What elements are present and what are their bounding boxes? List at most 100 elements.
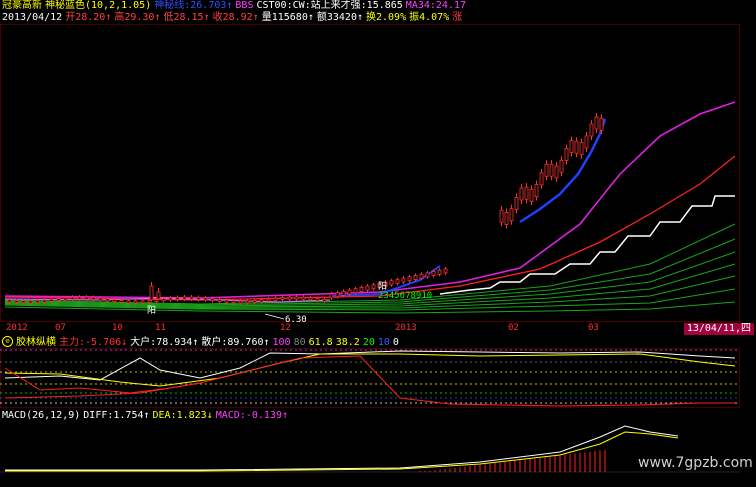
candle-body-41	[294, 296, 299, 300]
candle-body-74	[529, 188, 534, 202]
candle-body-76	[539, 172, 544, 186]
candle-body-82	[569, 140, 574, 154]
candle-body-12	[91, 297, 96, 300]
ohlc-info-row: 2013/04/12 开28.20↑ 高29.30↑ 低28.15↑ 收28.92↑ 量1…	[2, 12, 465, 24]
candle-body-62	[413, 275, 418, 280]
macd-chart[interactable]	[0, 422, 740, 487]
title-field-4: CST00:CW:站上来才强:15.865	[256, 0, 403, 11]
candle-body-50	[341, 290, 346, 296]
candle-body-7	[56, 298, 61, 301]
candle-body-35	[252, 300, 257, 303]
date-tick-6: 02	[508, 323, 519, 333]
candle-body-77	[544, 163, 549, 177]
candle-body-13	[98, 297, 103, 301]
candle-body-59	[395, 279, 400, 284]
macd-frame	[0, 422, 740, 487]
ohlc-field-5: 量115680↑	[261, 12, 314, 23]
candle-body-20	[147, 299, 152, 303]
title-field-0: 冠豪高新	[2, 0, 42, 11]
macd-header: MACD(26,12,9) DIFF:1.754↑ DEA:1.823↓ MACD:-…	[2, 410, 291, 422]
candle-body-67	[443, 268, 448, 274]
candle-body-54	[365, 285, 370, 291]
candle-body-24	[175, 296, 180, 300]
candle-body-40	[287, 296, 292, 300]
date-cursor-label: 13/04/11,四	[683, 323, 754, 335]
candle-body-87	[594, 116, 599, 130]
macd-value-3: MACD:-0.139↑	[215, 410, 288, 421]
candle-body-21	[154, 299, 159, 303]
date-tick-3: 11	[155, 323, 166, 333]
candle-body-34	[245, 300, 250, 304]
date-tick-1: 07	[55, 323, 66, 333]
ohlc-field-8: 振4.07%	[409, 12, 450, 23]
date-tick-5: 2013	[395, 323, 417, 333]
candle-body-43	[308, 297, 313, 301]
candle-body-15	[112, 299, 117, 303]
candle-body-86	[589, 123, 594, 137]
indicator-header: ⊘ 胶林纵横 主力:-5.706↓ 大户:78.934↑ 散户:89.760↑ 100 80…	[2, 336, 405, 348]
candle-body-28	[203, 297, 208, 301]
indicator-value-4: 80	[293, 336, 306, 348]
candle-body-0	[7, 299, 12, 303]
candle-body-79	[554, 165, 559, 179]
candle-body-17	[126, 300, 131, 304]
date-tick-0: 2012	[6, 323, 28, 333]
macd-value-2: DEA:1.823↓	[152, 410, 213, 421]
candle-body-55	[371, 284, 376, 290]
candle-body-81	[564, 148, 569, 161]
indicator-chart[interactable]	[0, 348, 740, 408]
candle-body-83	[574, 140, 579, 154]
candle-body-44	[315, 298, 320, 301]
indicator-value-2: 散户:89.760↑	[201, 336, 270, 348]
candle-body-23	[168, 297, 173, 301]
candle-body-32	[231, 300, 236, 304]
indicator-value-9: 0	[392, 336, 399, 348]
indicator-name[interactable]: 胶林纵横	[16, 337, 56, 348]
zoom-icon[interactable]: ⊘	[2, 336, 13, 347]
candle-body-27	[196, 296, 201, 300]
candle-body-39	[280, 297, 285, 300]
ohlc-field-2: 高29.30↑	[114, 12, 161, 23]
candle-body-16	[119, 300, 124, 303]
candle-body-66	[437, 269, 442, 275]
indicator-value-1: 大户:78.934↑	[130, 336, 199, 348]
candle-body-6	[49, 298, 54, 302]
candle-body-72	[519, 187, 524, 201]
candle-body-18	[133, 300, 138, 304]
candle-body-4	[35, 300, 40, 304]
candle-body-37	[266, 298, 271, 302]
ohlc-field-3: 低28.15↑	[163, 12, 210, 23]
candle-body-47	[156, 291, 161, 300]
watermark: www.7gpzb.com	[638, 455, 753, 471]
indicator-value-8: 10	[377, 336, 390, 348]
indicator-value-6: 38.2	[335, 336, 360, 348]
candle-body-26	[189, 296, 194, 300]
candle-body-52	[353, 288, 358, 294]
marker-label-1: 阳	[147, 305, 156, 316]
title-field-3: BBS	[235, 0, 254, 11]
candle-body-53	[359, 286, 364, 292]
candle-body-58	[389, 280, 394, 286]
candle-body-33	[238, 300, 243, 304]
candle-body-10	[77, 296, 82, 300]
candle-body-30	[217, 299, 222, 302]
candle-body-61	[407, 276, 412, 282]
title-field-1: 神秘蓝色(10,2,1.05)	[45, 0, 152, 11]
candle-body-11	[84, 296, 89, 300]
candle-body-78	[549, 163, 554, 177]
date-tick-2: 10	[112, 323, 123, 333]
candle-body-84	[579, 142, 584, 155]
candle-body-38	[273, 297, 278, 301]
date-axis: 2012 07 10 11 12 2013 02 03	[0, 323, 740, 335]
candle-body-42	[301, 296, 306, 300]
date-tick-4: 12	[280, 323, 291, 333]
candle-body-71	[514, 197, 519, 210]
macd-value-1: DIFF:1.754↑	[83, 410, 150, 421]
candle-body-3	[28, 300, 33, 304]
indicator-value-5: 61.8	[308, 336, 333, 348]
candle-body-22	[161, 298, 166, 302]
date-tick-7: 03	[588, 323, 599, 333]
main-kline-chart[interactable]: 6.302345678910阳阳	[0, 24, 740, 322]
candle-body-31	[224, 299, 229, 303]
ohlc-field-6: 额33420↑	[316, 12, 363, 23]
